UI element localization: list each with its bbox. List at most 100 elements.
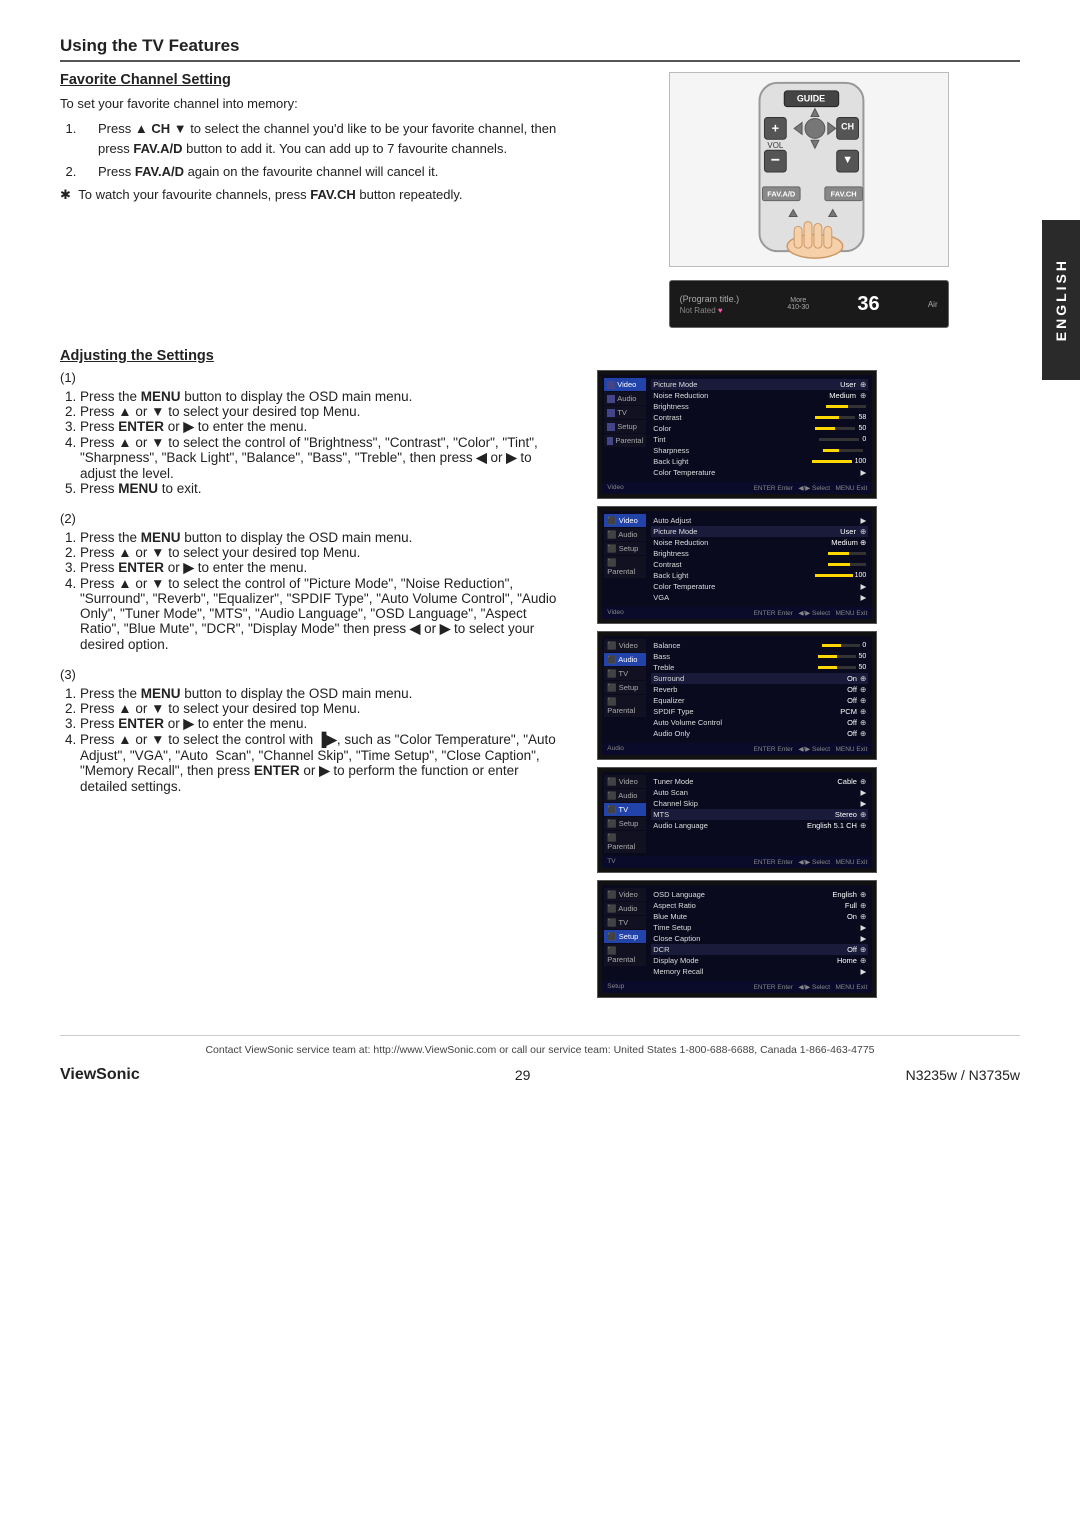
svg-text:VOL: VOL — [767, 141, 783, 150]
section-2: (2) Press the MENU button to display the… — [60, 511, 567, 652]
osd4-video: ⬛ Video — [604, 775, 646, 788]
osd5-setup: ⬛ Setup — [604, 930, 646, 943]
s3-step-1: Press the MENU button to display the OSD… — [80, 686, 567, 701]
page-container: ENGLISH Using the TV Features Favorite C… — [0, 0, 1080, 1527]
osd-footer-audio: AudioENTER Enter ◀/▶ Select MENU Exit — [602, 743, 872, 755]
osd-row: SPDIF TypePCM⊕ — [651, 706, 868, 717]
osd-row: Auto Volume ControlOff⊕ — [651, 717, 868, 728]
osd4-tv: ⬛ TV — [604, 803, 646, 816]
tv-channel-num: 36 — [857, 293, 879, 316]
right-column: GUIDE + CH — [597, 72, 1020, 328]
osd3-audio: ⬛ Audio — [604, 653, 646, 666]
section-1: (1) Press the MENU button to display the… — [60, 370, 567, 496]
osd-footer-video2: VideoENTER Enter ◀/▶ Select MENU Exit — [602, 607, 872, 619]
osd-footer-setup: SetupENTER Enter ◀/▶ Select MENU Exit — [602, 981, 872, 993]
osd2-video: ⬛ Video — [604, 514, 646, 527]
settings-layout: (1) Press the MENU button to display the… — [60, 370, 1020, 1005]
tv-program-title: (Program title.) Not Rated ♥ — [680, 294, 740, 315]
osd4-audio: ⬛ Audio — [604, 789, 646, 802]
osd2-setup: ⬛ Setup — [604, 542, 646, 555]
s2-step-1: Press the MENU button to display the OSD… — [80, 530, 567, 545]
osd-row: SurroundOn⊕ — [651, 673, 868, 684]
section-2-steps: Press the MENU button to display the OSD… — [80, 530, 567, 652]
osd2-parental: ⬛ Parental — [604, 556, 646, 578]
s3-step-2: Press ▲ or ▼ to select your desired top … — [80, 701, 567, 716]
osd-row: Memory Recall▶ — [651, 966, 868, 977]
osd-row: Audio LanguageEnglish 5.1 CH⊕ — [651, 820, 868, 831]
tv-screen: (Program title.) Not Rated ♥ More 410-30… — [669, 280, 949, 328]
section-2-num: (2) — [60, 511, 567, 526]
s2-step-3: Press ENTER or ▶ to enter the menu. — [80, 560, 567, 576]
osd-row: Sharpness — [651, 445, 868, 456]
settings-section: Adjusting the Settings (1) Press the MEN… — [60, 348, 1020, 1005]
osd-row: Tuner ModeCable⊕ — [651, 776, 868, 787]
favorite-channel-heading: Favorite Channel Setting — [60, 72, 567, 88]
osd-footer-tv: TVENTER Enter ◀/▶ Select MENU Exit — [602, 856, 872, 868]
osd-row: Contrast58 — [651, 412, 868, 423]
osd-row: Balance0 — [651, 640, 868, 651]
section-3-num: (3) — [60, 667, 567, 682]
osd5-audio: ⬛ Audio — [604, 902, 646, 915]
osd-row: Audio OnlyOff⊕ — [651, 728, 868, 739]
osd-rows-audio: Balance0 Bass50 Treble50 SurroundOn⊕ Rev… — [649, 639, 870, 740]
osd4-setup: ⬛ Setup — [604, 817, 646, 830]
osd-row: Close Caption▶ — [651, 933, 868, 944]
favorite-channel-intro: To set your favorite channel into memory… — [60, 94, 567, 114]
osd-sidebar-video: Video — [604, 378, 646, 391]
adjusting-heading: Adjusting the Settings — [60, 348, 1020, 364]
footer-contact: Contact ViewSonic service team at: http:… — [60, 1044, 1020, 1056]
osd-row: OSD LanguageEnglish⊕ — [651, 889, 868, 900]
osd-panel-video2: ⬛ Video ⬛ Audio ⬛ Setup ⬛ Parental Auto … — [597, 506, 877, 624]
s1-step-1: Press the MENU button to display the OSD… — [80, 389, 567, 404]
svg-text:CH: CH — [841, 121, 854, 131]
osd-row: Picture ModeUser⊕ — [651, 379, 868, 390]
osd-row: Color Temperature▶ — [651, 581, 868, 592]
osd-sidebar-setup: Setup — [604, 420, 646, 433]
svg-text:▼: ▼ — [842, 154, 853, 166]
settings-text: (1) Press the MENU button to display the… — [60, 370, 567, 1005]
osd-row: Back Light100 — [651, 456, 868, 467]
remote-illustration: GUIDE + CH — [669, 72, 949, 270]
s2-step-2: Press ▲ or ▼ to select your desired top … — [80, 545, 567, 560]
osd-row: EqualizerOff⊕ — [651, 695, 868, 706]
section-1-num: (1) — [60, 370, 567, 385]
osd-row: VGA▶ — [651, 592, 868, 603]
svg-text:−: − — [770, 152, 779, 169]
osd3-tv: ⬛ TV — [604, 667, 646, 680]
tv-menu-info: More 410-30 — [787, 297, 809, 311]
osd-panel-tv: ⬛ Video ⬛ Audio ⬛ TV ⬛ Setup ⬛ Parental … — [597, 767, 877, 873]
osd-row: DCROff⊕ — [651, 944, 868, 955]
osd-rows-setup: OSD LanguageEnglish⊕ Aspect RatioFull⊕ B… — [649, 888, 870, 978]
osd-row: MTSStereo⊕ — [651, 809, 868, 820]
svg-text:FAV.A/D: FAV.A/D — [767, 190, 796, 199]
osd-sidebar-tv: TV — [604, 406, 646, 419]
osd3-video: ⬛ Video — [604, 639, 646, 652]
main-layout: Favorite Channel Setting To set your fav… — [60, 72, 1020, 328]
osd-row: Aspect RatioFull⊕ — [651, 900, 868, 911]
osd5-tv: ⬛ TV — [604, 916, 646, 929]
favorite-step-2: Press FAV.A/D again on the favourite cha… — [80, 162, 567, 182]
osd-row: Color Temperature▶ — [651, 467, 868, 478]
section-3: (3) Press the MENU button to display the… — [60, 667, 567, 794]
osd-rows-video1: Picture ModeUser⊕ Noise ReductionMedium⊕… — [649, 378, 870, 479]
osd-row: Auto Adjust▶ — [651, 515, 868, 526]
osd-row: Auto Scan▶ — [651, 787, 868, 798]
osd-sidebar-parental: Parental — [604, 434, 646, 447]
favorite-steps-list: Press ▲ CH ▼ to select the channel you'd… — [80, 119, 567, 182]
osd-row: Noise ReductionMedium ⊕ — [651, 537, 868, 548]
osd-row: Color50 — [651, 423, 868, 434]
osd5-video: ⬛ Video — [604, 888, 646, 901]
osd-row: Time Setup▶ — [651, 922, 868, 933]
s3-step-4: Press ▲ or ▼ to select the control with … — [80, 732, 567, 794]
svg-text:FAV.CH: FAV.CH — [830, 190, 856, 199]
svg-text:+: + — [771, 120, 779, 135]
side-tab-label: ENGLISH — [1053, 258, 1069, 341]
osd-panel-audio: ⬛ Video ⬛ Audio ⬛ TV ⬛ Setup ⬛ Parental … — [597, 631, 877, 760]
osd-row: Bass50 — [651, 651, 868, 662]
osd-row: Blue MuteOn⊕ — [651, 911, 868, 922]
favorite-note: To watch your favourite channels, press … — [60, 185, 567, 205]
osd-row: Picture ModeUser⊕ — [651, 526, 868, 537]
left-column: Favorite Channel Setting To set your fav… — [60, 72, 567, 328]
footer-brand: ViewSonic — [60, 1066, 140, 1084]
osd-footer-video1: Video ENTER Enter ◀/▶ Select MENU Exit — [602, 482, 872, 494]
